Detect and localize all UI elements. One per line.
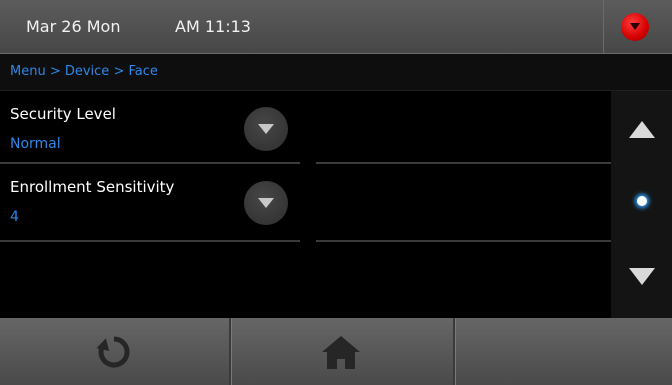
row-divider (316, 162, 611, 164)
enrollment-sensitivity-dropdown-button[interactable] (244, 181, 288, 225)
page-indicator-dot (637, 196, 647, 206)
chevron-down-icon (258, 198, 274, 208)
refresh-back-icon (96, 336, 130, 368)
down-arrow-icon (630, 23, 640, 30)
breadcrumb-path[interactable]: Menu > Device > Face (10, 64, 158, 79)
row-divider (0, 162, 300, 164)
empty-nav-slot (456, 318, 672, 385)
setting-label: Security Level (10, 105, 116, 123)
home-button[interactable] (232, 318, 453, 385)
date-text: Mar 26 Mon (26, 17, 121, 36)
status-bar: Mar 26 Mon AM 11:13 (0, 0, 672, 54)
setting-row-security-level[interactable]: Security Level Normal (0, 91, 611, 165)
settings-list: Security Level Normal Enrollment Sensiti… (0, 91, 611, 318)
scroll-panel (611, 91, 672, 318)
setting-value: Normal (10, 136, 61, 152)
scroll-down-icon[interactable] (629, 268, 655, 285)
setting-value: 4 (10, 209, 19, 225)
setting-label: Enrollment Sensitivity (10, 178, 175, 196)
breadcrumb: Menu > Device > Face (0, 54, 672, 91)
scroll-up-icon[interactable] (629, 121, 655, 138)
alert-button[interactable] (604, 0, 672, 53)
row-divider (316, 240, 611, 242)
back-button[interactable] (0, 318, 229, 385)
row-divider (0, 240, 300, 242)
home-icon (322, 336, 360, 369)
setting-row-enrollment-sensitivity[interactable]: Enrollment Sensitivity 4 (0, 165, 611, 242)
chevron-down-icon (258, 124, 274, 134)
bottom-nav (0, 318, 672, 385)
time-text: AM 11:13 (175, 17, 251, 36)
security-level-dropdown-button[interactable] (244, 107, 288, 151)
